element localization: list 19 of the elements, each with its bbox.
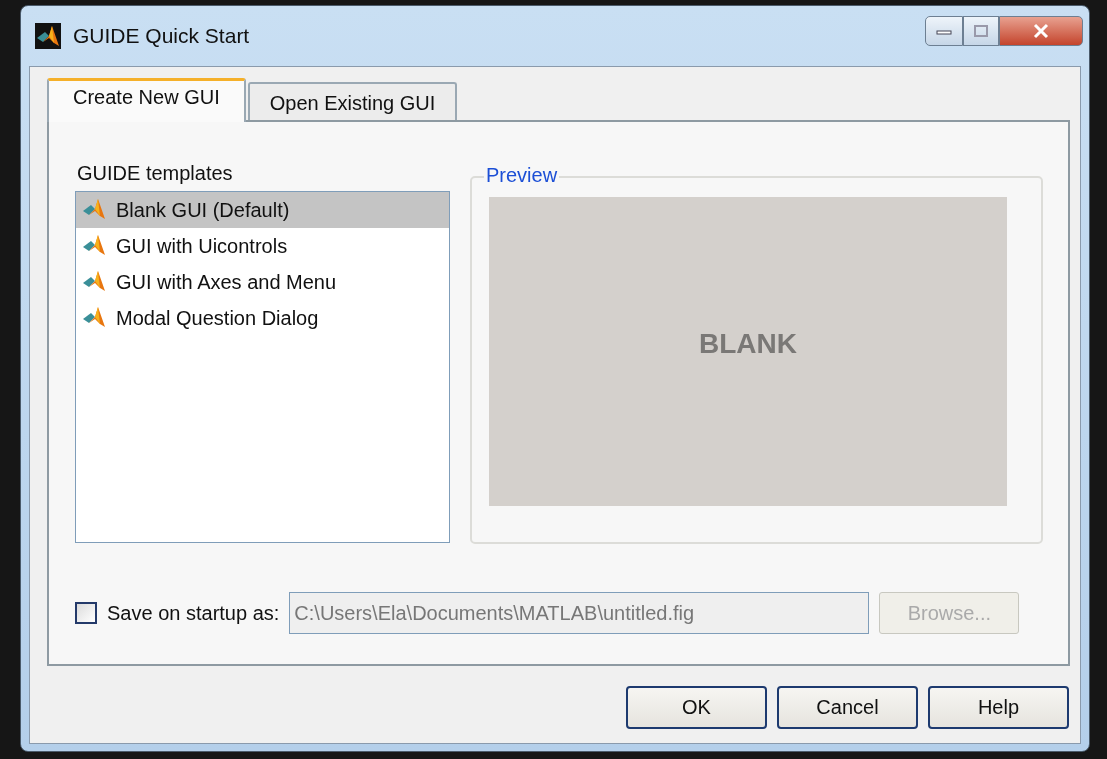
templates-label: GUIDE templates	[76, 162, 234, 185]
app-logo-icon	[35, 23, 61, 49]
template-item[interactable]: Modal Question Dialog	[76, 300, 449, 336]
close-button[interactable]	[999, 16, 1083, 46]
window-title: GUIDE Quick Start	[73, 24, 250, 48]
dialog-button[interactable]: Cancel	[777, 686, 918, 729]
minimize-button[interactable]	[925, 16, 963, 46]
template-item[interactable]: Blank GUI (Default)	[76, 192, 449, 228]
template-item[interactable]: GUI with Uicontrols	[76, 228, 449, 264]
template-item[interactable]: GUI with Axes and Menu	[76, 264, 449, 300]
tab[interactable]: Create New GUI	[47, 78, 246, 122]
tab[interactable]: Open Existing GUI	[247, 82, 458, 120]
close-icon	[1031, 23, 1051, 39]
maximize-button[interactable]	[963, 16, 999, 46]
dialog-button[interactable]: OK	[626, 686, 767, 729]
maximize-icon	[972, 24, 990, 38]
preview-text: BLANK	[699, 327, 797, 360]
checkbox-label: Save on startup as:	[107, 601, 280, 625]
dialog-button[interactable]: Help	[928, 686, 1069, 729]
